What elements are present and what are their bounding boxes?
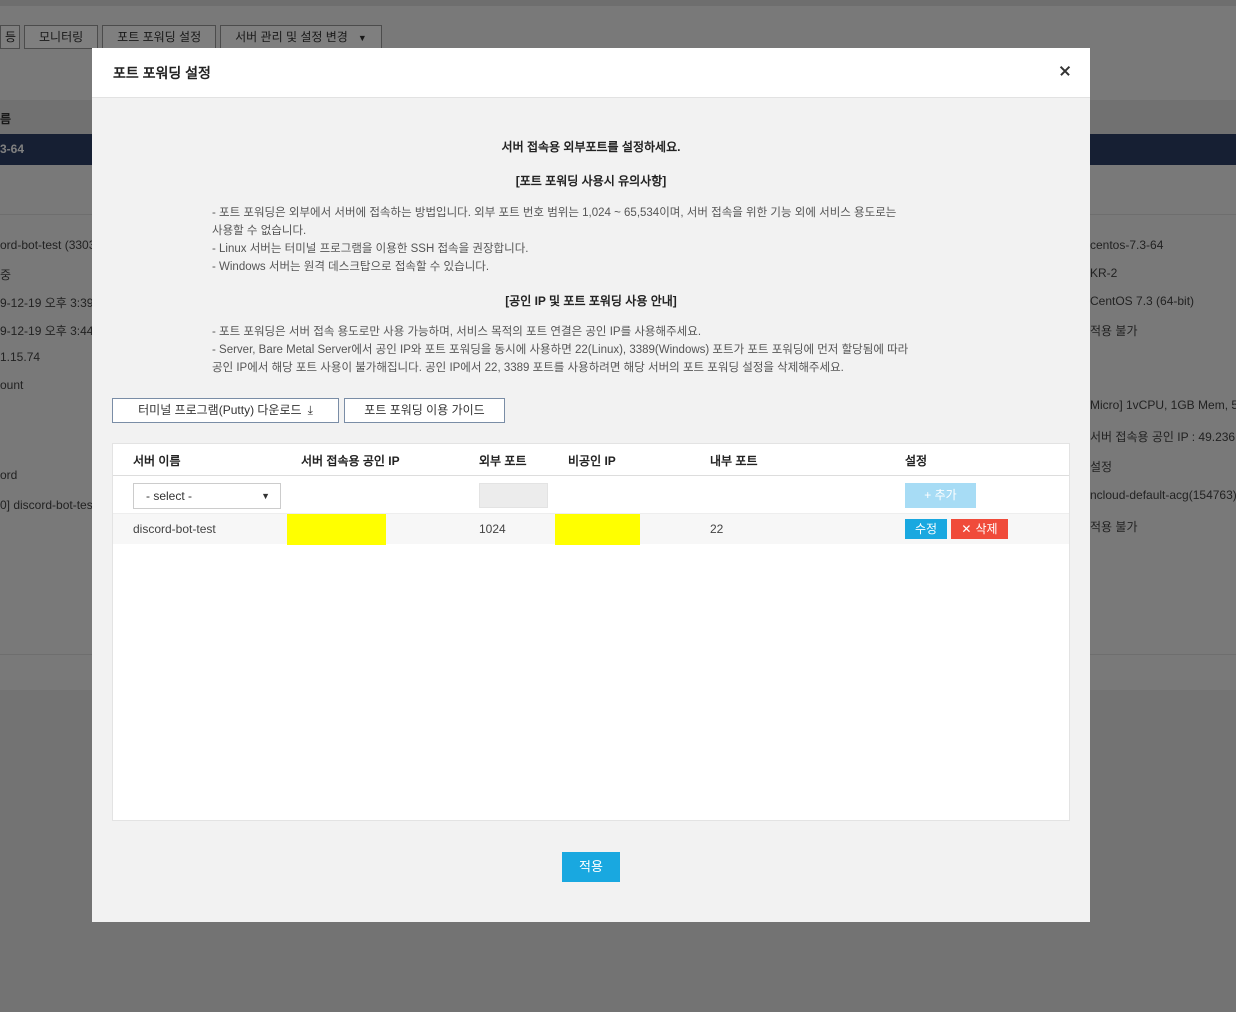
plus-icon: + xyxy=(924,488,935,502)
putty-download-button[interactable]: 터미널 프로그램(Putty) 다운로드 ⤓ xyxy=(112,398,339,423)
close-icon[interactable] xyxy=(1056,62,1074,80)
caret-down-icon: ▼ xyxy=(261,491,270,501)
redacted-private-ip xyxy=(555,514,640,545)
redacted-public-ip xyxy=(287,514,386,545)
note-line: - Server, Bare Metal Server에서 공인 IP와 포트 … xyxy=(212,344,909,356)
header-external-port: 외부 포트 xyxy=(479,454,527,468)
instruction-heading: 서버 접속용 외부포트를 설정하세요. xyxy=(501,140,681,154)
public-ip-notes: - 포트 포워딩은 서버 접속 용도로만 사용 가능하며, 서비스 목적의 포트… xyxy=(212,323,972,377)
caution-notes: - 포트 포워딩은 외부에서 서버에 접속하는 방법입니다. 외부 포트 번호 … xyxy=(212,204,972,276)
apply-button[interactable]: 적용 xyxy=(562,852,620,882)
caution-heading: [포트 포워딩 사용시 유의사항] xyxy=(515,174,667,188)
delete-button-label: 삭제 xyxy=(975,522,998,536)
public-ip-heading: [공인 IP 및 포트 포워딩 사용 안내] xyxy=(505,294,677,308)
close-icon: ✕ xyxy=(961,522,972,536)
header-private-ip: 비공인 IP xyxy=(568,454,616,468)
guide-button[interactable]: 포트 포워딩 이용 가이드 xyxy=(344,398,505,423)
download-icon: ⤓ xyxy=(307,403,313,417)
note-line: 사용할 수 없습니다. xyxy=(212,225,307,237)
note-line: - Linux 서버는 터미널 프로그램을 이용한 SSH 접속을 권장합니다. xyxy=(212,243,529,255)
add-button-label: 추가 xyxy=(934,488,957,502)
modal-header: 포트 포워딩 설정 xyxy=(92,48,1090,98)
modal-title: 포트 포워딩 설정 xyxy=(113,65,211,81)
table-row: discord-bot-test 1024 22 수정 ✕ 삭제 xyxy=(113,514,1069,545)
delete-button[interactable]: ✕ 삭제 xyxy=(951,519,1008,539)
putty-download-label: 터미널 프로그램(Putty) 다운로드 xyxy=(138,403,302,417)
port-forwarding-modal: 포트 포워딩 설정 서버 접속용 외부포트를 설정하세요. [포트 포워딩 사용… xyxy=(92,48,1090,922)
cell-internal-port: 22 xyxy=(710,522,724,536)
add-button[interactable]: + 추가 xyxy=(905,483,976,508)
note-line: 공인 IP에서 해당 포트 사용이 불가해집니다. 공인 IP에서 22, 33… xyxy=(212,362,844,374)
cell-external-port: 1024 xyxy=(479,522,506,536)
note-line: - Windows 서버는 원격 데스크탑으로 접속할 수 있습니다. xyxy=(212,261,490,273)
table-header: 서버 이름 서버 접속용 공인 IP 외부 포트 비공인 IP 내부 포트 설정 xyxy=(113,444,1069,476)
header-server-name: 서버 이름 xyxy=(133,454,181,468)
new-entry-row: - select - ▼ + 추가 xyxy=(113,476,1069,514)
note-line: - 포트 포워딩은 서버 접속 용도로만 사용 가능하며, 서비스 목적의 포트… xyxy=(212,326,702,338)
server-select-value: - select - xyxy=(146,489,193,503)
note-line: - 포트 포워딩은 외부에서 서버에 접속하는 방법입니다. 외부 포트 번호 … xyxy=(212,207,897,219)
server-select[interactable]: - select - ▼ xyxy=(133,483,281,509)
header-internal-port: 내부 포트 xyxy=(710,454,758,468)
external-port-input[interactable] xyxy=(479,483,548,508)
port-forwarding-table: 서버 이름 서버 접속용 공인 IP 외부 포트 비공인 IP 내부 포트 설정… xyxy=(112,443,1070,821)
cell-server-name: discord-bot-test xyxy=(133,522,216,536)
edit-button[interactable]: 수정 xyxy=(905,519,947,539)
header-public-ip: 서버 접속용 공인 IP xyxy=(301,454,400,468)
header-settings: 설정 xyxy=(905,454,928,468)
